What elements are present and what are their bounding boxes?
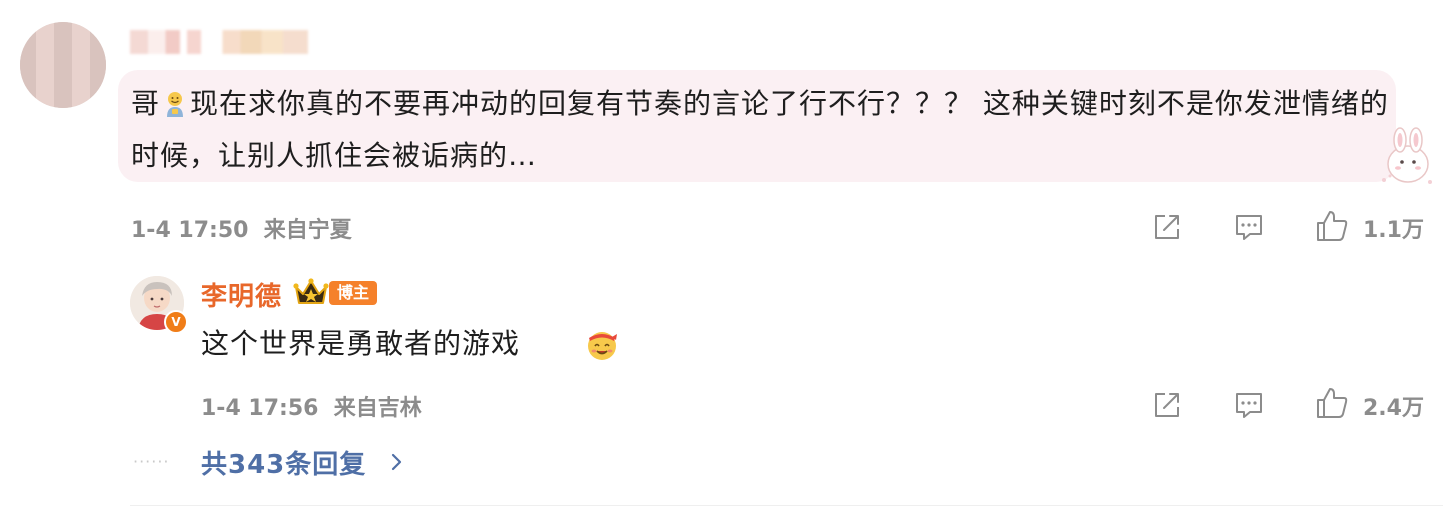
avatar-mosaic-cell [36,22,54,38]
commenter-avatar[interactable] [20,22,106,108]
avatar-mosaic-cell [20,74,36,92]
avatar-mosaic-cell [54,22,72,38]
cheering-emoji-icon [588,332,617,360]
verified-badge-icon: V [164,310,188,334]
comment-meta: 1-4 17:50 来自宁夏 [131,212,352,244]
avatar-mosaic-cell [20,22,36,38]
avatar-mosaic-cell [72,38,90,56]
dotted-separator: ······ [133,452,170,471]
comment-icon[interactable] [1233,211,1265,243]
comment-text: 哥 现在求你真的不要再冲动的回复有节奏的言论了行不行？？？ 这种关键时刻不是你发… [131,78,1391,182]
avatar-mosaic-cell [54,92,72,108]
avatar-mosaic-cell [90,22,106,38]
comment-text-part2: 现在求你真的不要再冲动的回复有节奏的言论了行不行？？？ 这种关键时刻不是你发泄情… [131,87,1389,172]
avatar-mosaic-cell [36,74,54,92]
avatar-mosaic-cell [90,74,106,92]
avatar-mosaic-cell [72,74,90,92]
bottom-divider [130,505,1443,506]
avatar-mosaic-cell [36,56,54,74]
author-name[interactable]: 李明德 [201,276,282,313]
comment-location: 来自宁夏 [263,218,352,243]
comment-icon[interactable] [1233,389,1265,421]
avatar-mosaic-cell [72,56,90,74]
avatar-mosaic-cell [20,38,36,56]
avatar-mosaic-cell [72,92,90,108]
like-icon[interactable] [1315,209,1349,243]
avatar-mosaic-cell [90,38,106,56]
avatar-mosaic-cell [54,38,72,56]
author-badge: 博主 [329,281,378,305]
avatar-mosaic-cell [54,74,72,92]
crown-icon [293,278,329,304]
avatar-mosaic-cell [90,92,106,108]
avatar-mosaic-cell [36,38,54,56]
avatar-mosaic-cell [90,56,106,74]
reply-location: 来自吉林 [333,396,422,421]
reply-text: 这个世界是勇敢者的游戏 [201,327,521,360]
avatar-mosaic-cell [36,92,54,108]
share-icon[interactable] [1151,389,1183,421]
commenter-name-blurred[interactable] [130,30,308,54]
reply-meta: 1-4 17:56 来自吉林 [201,390,422,422]
avatar-mosaic-cell [72,22,90,38]
chevron-right-icon[interactable] [389,451,405,473]
like-icon[interactable] [1315,386,1349,420]
share-icon[interactable] [1151,211,1183,243]
reply-time: 1-4 17:56 [201,396,319,421]
avatar-mosaic-cell [20,92,36,108]
smiling-emoji-icon [167,92,184,117]
comment-like-count: 1.1万 [1363,218,1424,243]
reply-like-count: 2.4万 [1363,396,1424,421]
comment-text-part1: 哥 [131,87,161,120]
avatar-mosaic-cell [20,56,36,74]
avatar-mosaic-cell [54,56,72,74]
comment-time: 1-4 17:50 [131,218,249,243]
view-all-replies-link[interactable]: 共343条回复 [201,444,366,481]
